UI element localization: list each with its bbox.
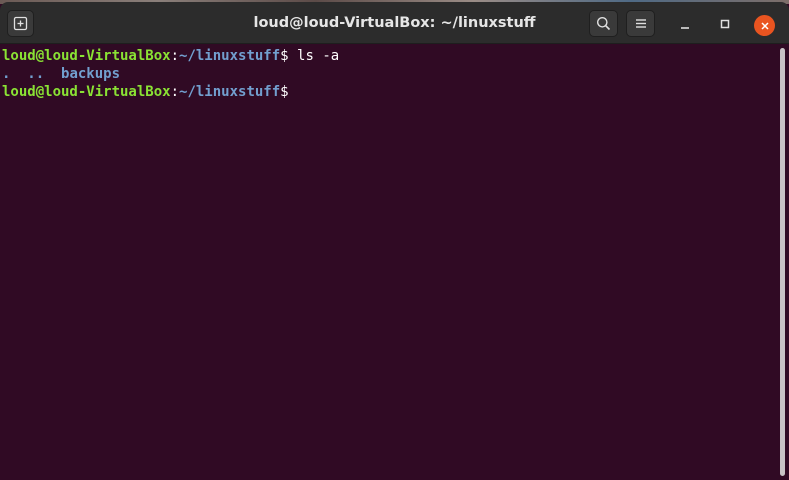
dir-entry-current: .	[2, 66, 11, 82]
window-title: loud@loud-VirtualBox: ~/linuxstuff	[253, 15, 536, 31]
close-button[interactable]	[754, 15, 775, 36]
dir-entry-parent: ..	[27, 66, 45, 82]
prompt-dollar: $	[280, 48, 289, 64]
terminal-line-prompt-command: loud@loud-VirtualBox:~/linuxstuff$ ls -a	[0, 47, 778, 65]
terminal-line-prompt-current: loud@loud-VirtualBox:~/linuxstuff$	[0, 83, 778, 101]
maximize-button[interactable]	[715, 14, 735, 34]
prompt-user-host: loud@loud-VirtualBox	[2, 48, 171, 64]
prompt-user-host: loud@loud-VirtualBox	[2, 84, 171, 100]
prompt-path: ~/linuxstuff	[179, 48, 281, 64]
prompt-colon: :	[170, 84, 180, 100]
search-icon	[597, 17, 611, 31]
menu-button[interactable]	[626, 10, 655, 37]
terminal-output-area[interactable]: loud@loud-VirtualBox:~/linuxstuff$ ls -a…	[0, 44, 778, 480]
prompt-colon: :	[170, 48, 180, 64]
maximize-icon	[720, 19, 730, 29]
hamburger-menu-icon	[635, 19, 646, 28]
new-tab-button[interactable]	[7, 10, 34, 37]
dir-entry-backups: backups	[61, 66, 121, 82]
minimize-icon	[681, 27, 689, 29]
search-button[interactable]	[589, 10, 618, 37]
minimize-button[interactable]	[675, 14, 695, 34]
new-tab-icon	[13, 16, 28, 31]
terminal-window: loud@loud-VirtualBox: ~/linuxstuff loud@…	[0, 0, 789, 480]
prompt-dollar: $	[280, 84, 289, 100]
terminal-line-ls-output: . .. backups	[0, 65, 778, 83]
prompt-path: ~/linuxstuff	[179, 84, 281, 100]
typed-command: ls -a	[288, 48, 340, 64]
scrollbar-thumb[interactable]	[780, 48, 785, 476]
title-bar[interactable]: loud@loud-VirtualBox: ~/linuxstuff	[0, 2, 789, 44]
close-icon	[760, 21, 769, 30]
